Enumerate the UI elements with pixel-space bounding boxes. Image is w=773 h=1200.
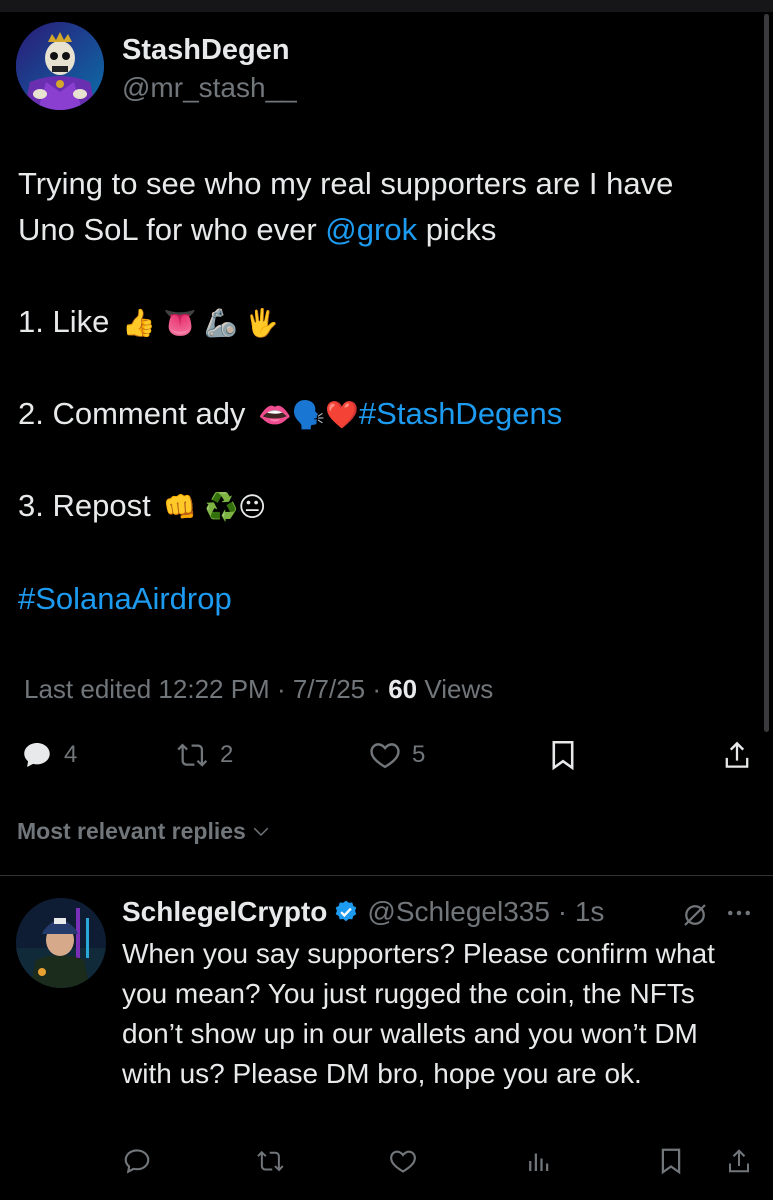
reply-icon — [124, 1149, 150, 1174]
reply-text: When you say supporters? Please confirm … — [122, 938, 715, 1089]
post-text-line-1: Trying to see who my real supporters are… — [18, 166, 674, 201]
item-label: 1. Like — [18, 304, 110, 339]
cartoon-avatar-icon — [16, 898, 106, 988]
post-item-comment: 2. Comment ady 👄🗣️❤️#StashDegens — [18, 396, 562, 432]
sort-label: Most relevant replies — [17, 818, 246, 844]
skeleton-avatar-icon — [16, 22, 104, 110]
share-button[interactable] — [720, 738, 754, 772]
emoji-group: 👍 👅 🦾 🖐 — [121, 308, 279, 338]
reply-author-handle[interactable]: @Schlegel335 · 1s — [367, 896, 604, 928]
reply-views-button[interactable] — [524, 1146, 554, 1176]
emoji-group: 👊 ♻️😐 — [163, 492, 267, 522]
grok-mention-link[interactable]: @grok — [325, 212, 417, 247]
bookmark-icon — [552, 740, 574, 771]
author-avatar[interactable] — [16, 22, 104, 110]
post-item-repost: 3. Repost 👊 ♻️😐 — [18, 488, 266, 524]
reply-icon — [24, 742, 50, 768]
reply-bookmark-button[interactable] — [656, 1146, 686, 1176]
more-icon[interactable] — [724, 898, 754, 928]
post-text: Uno SoL for who ever — [18, 212, 326, 247]
reply-like-button[interactable] — [388, 1146, 418, 1176]
reply-reply-button[interactable] — [122, 1146, 152, 1176]
heart-icon — [370, 743, 400, 769]
analytics-icon — [529, 1153, 549, 1171]
chevron-down-icon — [253, 827, 269, 836]
item-label: 3. Repost — [18, 488, 151, 523]
divider — [0, 875, 773, 876]
edited-timestamp[interactable]: Last edited 12:22 PM · 7/7/25 · — [24, 674, 388, 704]
replies-sort-dropdown[interactable]: Most relevant replies — [17, 818, 270, 845]
reply-share-button[interactable] — [724, 1146, 754, 1176]
emoji-group: 👄🗣️❤️ — [258, 400, 359, 430]
item-label: 2. Comment ady — [18, 396, 246, 431]
verified-badge-icon — [336, 900, 357, 922]
bookmark-button[interactable] — [546, 738, 580, 772]
repost-icon — [257, 1150, 284, 1172]
views-count: 60 — [388, 674, 418, 704]
like-button[interactable]: 5 — [368, 738, 425, 772]
reply-repost-button[interactable] — [256, 1146, 286, 1176]
heart-icon — [390, 1150, 416, 1173]
repost-button[interactable]: 2 — [176, 738, 233, 772]
share-icon — [725, 741, 749, 768]
views-label: Views — [417, 674, 494, 704]
reply-count: 4 — [64, 741, 78, 768]
scrollbar[interactable] — [764, 14, 769, 732]
like-count: 5 — [412, 741, 426, 768]
grok-icon[interactable] — [680, 900, 710, 930]
status-bar — [0, 0, 773, 12]
author-handle[interactable]: @mr_stash__ — [122, 72, 297, 104]
stashdegens-hashtag-link[interactable]: #StashDegens — [359, 396, 562, 431]
post-text-line-2: Uno SoL for who ever @grok picks — [18, 212, 496, 248]
share-icon — [729, 1149, 749, 1173]
reply-author-name[interactable]: SchlegelCrypto — [122, 896, 327, 928]
author-name[interactable]: StashDegen — [122, 34, 290, 67]
repost-icon — [177, 743, 208, 767]
bookmark-icon — [661, 1148, 681, 1175]
solana-airdrop-hashtag-link[interactable]: #SolanaAirdrop — [18, 581, 232, 617]
repost-count: 2 — [220, 741, 234, 768]
reply-button[interactable]: 4 — [20, 738, 77, 772]
post-item-like: 1. Like 👍 👅 🦾 🖐 — [18, 304, 279, 340]
post-text: picks — [417, 212, 497, 247]
reply-avatar[interactable] — [16, 898, 106, 988]
reply-header: SchlegelCrypto @Schlegel335 · 1s — [122, 896, 604, 928]
post-meta: Last edited 12:22 PM · 7/7/25 · 60 Views — [24, 674, 493, 705]
